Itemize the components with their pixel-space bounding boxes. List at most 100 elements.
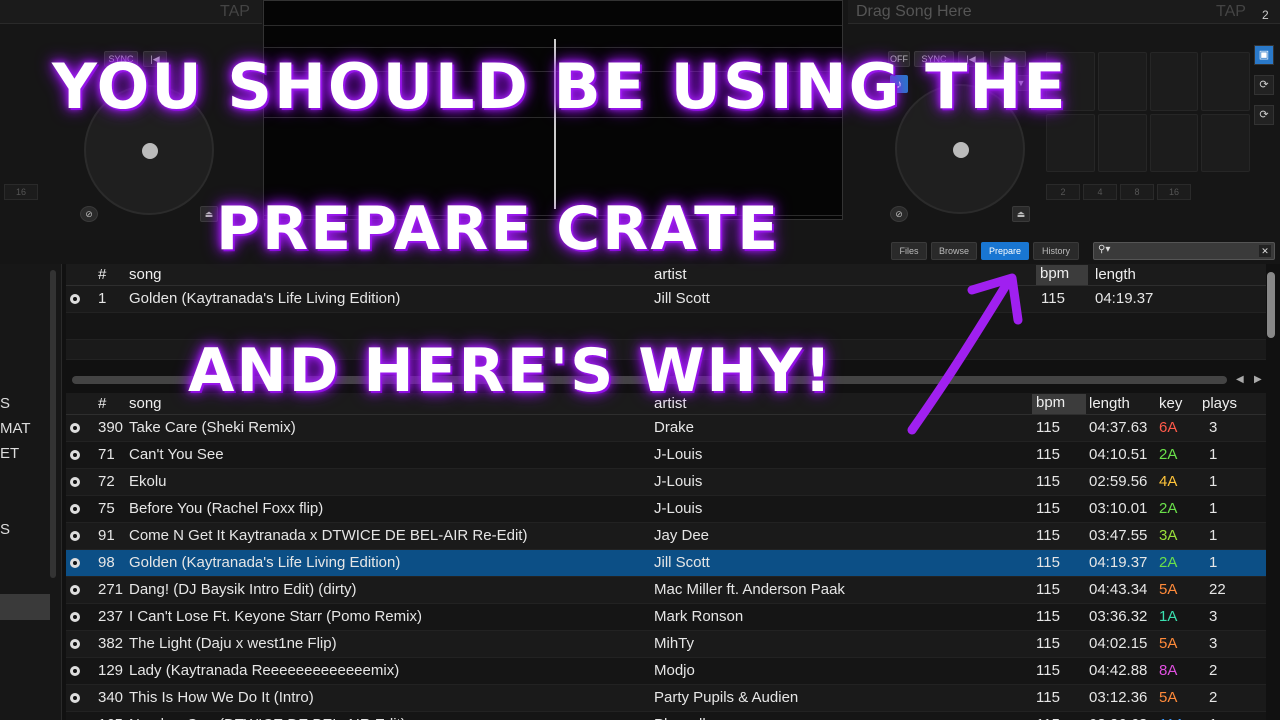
row-num: 271 [98, 581, 124, 598]
row-length: 03:10.01 [1089, 500, 1148, 517]
row-bpm: 115 [1036, 689, 1060, 706]
col-artist[interactable]: artist [654, 266, 687, 283]
col-key[interactable]: key [1159, 395, 1182, 412]
caption-line-1: YOU SHOULD BE USING THE [52, 50, 1068, 123]
table-row[interactable]: 237 I Can't Lose Ft. Keyone Starr (Pomo R… [66, 604, 1266, 631]
track-icon [70, 585, 80, 595]
row-num: 165 [98, 716, 126, 720]
row-bpm: 115 [1036, 473, 1060, 490]
eject-button-right[interactable]: ⏏ [1012, 206, 1030, 222]
row-song: Before You (Rachel Foxx flip) [129, 500, 324, 517]
refresh-icon[interactable]: ⟳ [1254, 75, 1274, 95]
pad[interactable] [1149, 52, 1199, 111]
table-row[interactable]: 75 Before You (Rachel Foxx flip) J-Louis 11… [66, 496, 1266, 523]
row-song: Number One (DTWICE DE BEL-AIR Edit) [129, 716, 649, 720]
eject-icon-right[interactable]: ⊘ [890, 206, 908, 222]
row-song: Golden (Kaytranada's Life Living Edition… [129, 554, 401, 571]
loop-size-4[interactable]: 4 [1083, 184, 1117, 200]
pad[interactable] [1097, 52, 1147, 111]
row-bpm: 115 [1036, 662, 1060, 679]
table-row[interactable]: 340 This Is How We Do It (Intro) Party Pup… [66, 685, 1266, 712]
row-plays: 1 [1209, 473, 1218, 490]
row-length: 04:42.88 [1089, 662, 1148, 679]
loop-size-16[interactable]: 16 [1157, 184, 1191, 200]
table-row[interactable]: 129 Lady (Kaytranada Reeeeeeeeeeeeemix) Mo… [66, 658, 1266, 685]
loop-sizes-right: 2 4 8 16 [1046, 184, 1191, 200]
row-length: 03:36.32 [1089, 608, 1148, 625]
row-artist: Mac Miller ft. Anderson Paak [654, 581, 845, 598]
scroll-right-icon[interactable]: ▶ [1254, 374, 1262, 385]
row-num: 98 [98, 554, 115, 571]
pad[interactable] [1097, 113, 1147, 172]
sidebar-item[interactable]: S [0, 395, 10, 412]
tap-button-right[interactable]: TAP [1216, 3, 1246, 21]
scroll-left-icon[interactable]: ◀ [1236, 374, 1244, 385]
row-artist: MihTy [654, 635, 695, 652]
col-song[interactable]: song [129, 266, 162, 283]
track-icon [70, 423, 80, 433]
sidebar-item[interactable]: MAT [0, 420, 31, 437]
drag-song-placeholder: Drag Song Here [856, 3, 972, 20]
folder-sidebar: S MAT ET S [0, 264, 62, 720]
row-length: 04:19.37 [1089, 554, 1148, 571]
tab-history[interactable]: History [1033, 242, 1079, 260]
pad[interactable] [1201, 52, 1250, 111]
sampler-icon[interactable]: ▣ [1254, 45, 1274, 65]
col-length[interactable]: length [1089, 395, 1130, 412]
row-key: 8A [1159, 662, 1178, 679]
table-row[interactable]: 98 Golden (Kaytranada's Life Living Editi… [66, 550, 1266, 577]
sidebar-item[interactable]: ET [0, 445, 19, 462]
track-icon [70, 639, 80, 649]
table-row[interactable]: 72 Ekolu J-Louis 115 02:59.56 4A 1 [66, 469, 1266, 496]
table-row[interactable]: 1 Golden (Kaytranada's Life Living Editi… [66, 286, 1266, 313]
row-key: 5A [1159, 581, 1178, 598]
row-plays: 1 [1209, 446, 1218, 463]
row-song: Can't You See [129, 446, 224, 463]
sidebar-item[interactable]: S [0, 521, 10, 538]
table-row[interactable]: 165Number One (DTWICE DE BEL-AIR Edit) Ph… [66, 712, 1266, 720]
sidebar-scrollbar[interactable] [50, 270, 56, 578]
row-artist: Pharrell [654, 716, 1024, 720]
tab-files[interactable]: Files [891, 242, 927, 260]
row-plays: 22 [1209, 581, 1226, 598]
loop-size-8[interactable]: 8 [1120, 184, 1154, 200]
loop-size-16[interactable]: 16 [4, 184, 38, 200]
row-artist: Jill Scott [654, 290, 710, 307]
col-plays[interactable]: plays [1202, 395, 1237, 412]
row-key: 2A [1159, 554, 1178, 571]
row-bpm: 115 [1036, 419, 1060, 436]
table-row[interactable]: 71 Can't You See J-Louis 115 04:10.51 2A 1 [66, 442, 1266, 469]
tap-button-left[interactable]: TAP [220, 3, 250, 21]
loop-size-2[interactable]: 2 [1046, 184, 1080, 200]
eject-icon-left[interactable]: ⊘ [80, 206, 98, 222]
row-artist: J-Louis [654, 473, 703, 490]
pad[interactable] [1201, 113, 1250, 172]
side-tools: ▣ ⟳ ⟳ [1254, 45, 1276, 125]
sidebar-selected-item[interactable] [0, 594, 50, 620]
prepare-vscrollbar[interactable] [1267, 272, 1275, 338]
tab-browse[interactable]: Browse [931, 242, 977, 260]
row-key: 5A [1159, 689, 1178, 706]
row-length: 03:12.36 [1089, 689, 1148, 706]
col-num[interactable]: # [98, 266, 106, 283]
clear-search-icon[interactable]: ✕ [1259, 245, 1271, 257]
table-row[interactable]: 91 Come N Get It Kaytranada x DTWICE DE B… [66, 523, 1266, 550]
pad[interactable] [1149, 113, 1199, 172]
col-length[interactable]: length [1095, 266, 1136, 283]
track-icon [70, 450, 80, 460]
col-bpm[interactable]: bpm [1036, 265, 1088, 285]
row-plays: 3 [1209, 419, 1218, 436]
table-row[interactable]: 390 Take Care (Sheki Remix) Drake 115 04:37.… [66, 415, 1266, 442]
table-row[interactable]: 271 Dang! (DJ Baysik Intro Edit) (dirty) M… [66, 577, 1266, 604]
row-key: 4A [1159, 473, 1178, 490]
col-song[interactable]: song [129, 395, 162, 412]
search-input[interactable]: ⚲▾ ✕ [1093, 242, 1275, 260]
col-num[interactable]: # [98, 395, 106, 412]
row-bpm: 115 [1041, 290, 1065, 307]
library-rows: 390 Take Care (Sheki Remix) Drake 115 04:37.… [66, 415, 1266, 720]
sync-icon[interactable]: ⟳ [1254, 105, 1274, 125]
tab-prepare[interactable]: Prepare [981, 242, 1029, 260]
col-bpm[interactable]: bpm [1032, 394, 1086, 414]
row-song: The Light (Daju x west1ne Flip) [129, 635, 337, 652]
table-row[interactable]: 382 The Light (Daju x west1ne Flip) MihTy 1… [66, 631, 1266, 658]
